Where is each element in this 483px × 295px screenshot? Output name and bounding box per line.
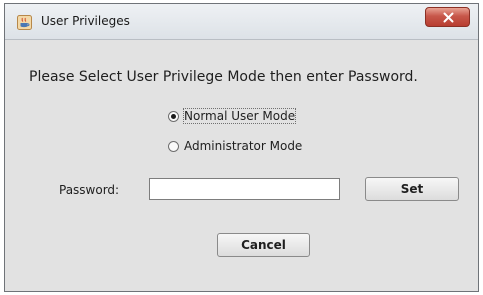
- close-button[interactable]: [425, 7, 470, 27]
- password-field[interactable]: [149, 178, 340, 200]
- title-bar[interactable]: User Privileges: [5, 4, 478, 40]
- dialog-content: Please Select User Privilege Mode then e…: [5, 40, 478, 291]
- dialog-window: User Privileges Please Select User Privi…: [4, 3, 479, 292]
- java-app-icon: [17, 15, 32, 30]
- instruction-text: Please Select User Privilege Mode then e…: [29, 69, 418, 85]
- cancel-button[interactable]: Cancel: [217, 233, 310, 257]
- window-title: User Privileges: [41, 14, 130, 28]
- radio-button-unselected[interactable]: [168, 140, 179, 152]
- radio-administrator-mode[interactable]: Administrator Mode: [168, 136, 302, 156]
- radio-normal-user-mode[interactable]: Normal User Mode: [168, 106, 297, 126]
- radio-label-normal-user[interactable]: Normal User Mode: [182, 108, 297, 124]
- radio-button-selected[interactable]: [168, 110, 179, 122]
- password-label: Password:: [59, 183, 120, 197]
- set-button[interactable]: Set: [365, 177, 459, 201]
- radio-label-administrator[interactable]: Administrator Mode: [184, 139, 302, 153]
- close-icon: [443, 12, 454, 23]
